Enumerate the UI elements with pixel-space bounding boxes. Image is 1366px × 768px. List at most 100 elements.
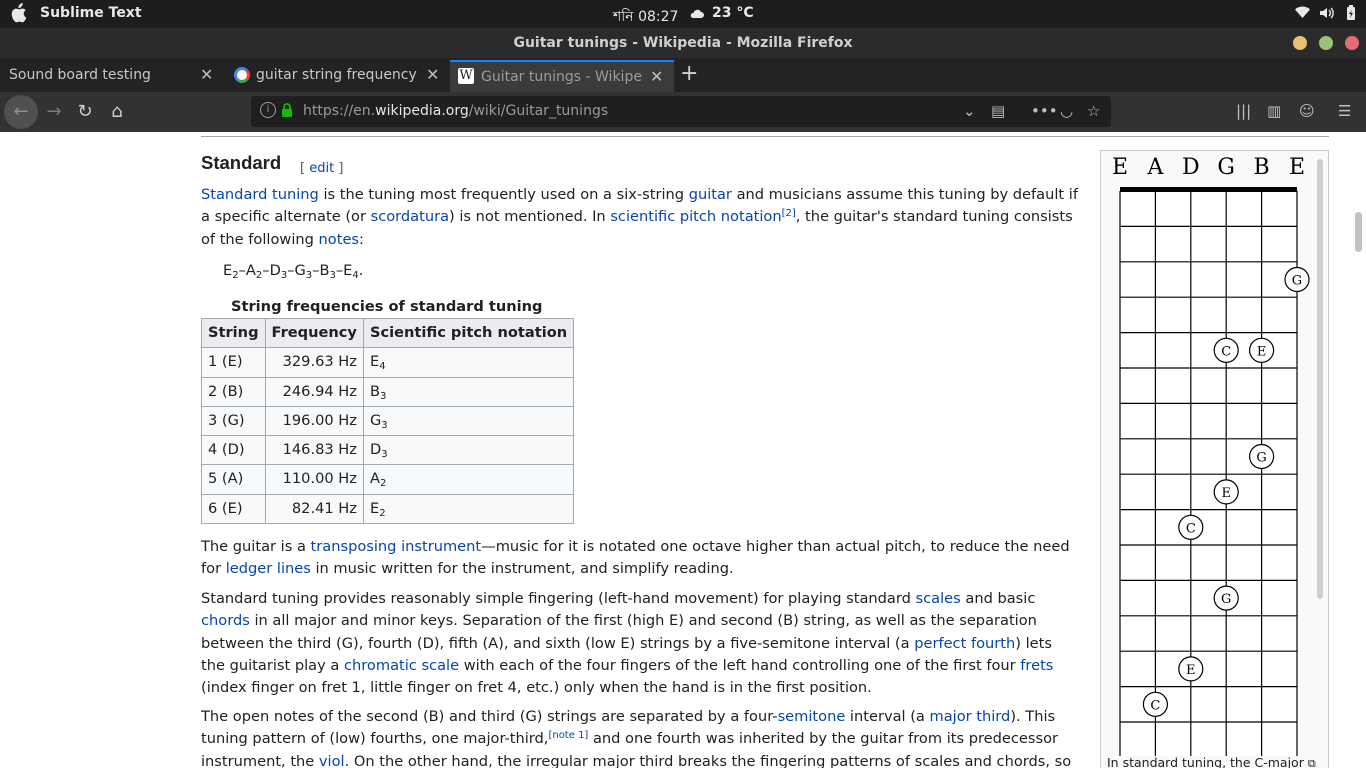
close-tab-icon[interactable]: ✕	[426, 60, 439, 90]
home-button[interactable]: ⌂	[103, 98, 131, 126]
link-scales[interactable]: scales	[916, 590, 961, 607]
bookmark-star-icon[interactable]: ☆	[1087, 102, 1100, 120]
note-label: E	[1221, 486, 1231, 501]
string-label: E	[1289, 155, 1305, 180]
tab-label: Guitar tunings - Wikipedi	[481, 69, 643, 85]
navigation-toolbar: ← → ↻ ⌂ i https://en.wikipedia.org/wiki/…	[0, 92, 1366, 132]
tab-sound-board[interactable]: Sound board testing ✕	[0, 60, 224, 92]
fretboard-diagram[interactable]: E A D G B EGC EGECGEC	[1101, 151, 1330, 756]
chevron-down-icon[interactable]: ⌄	[963, 102, 976, 120]
url-bar[interactable]: i https://en.wikipedia.org/wiki/Guitar_t…	[251, 96, 1111, 127]
close-tab-icon[interactable]: ✕	[650, 62, 663, 92]
enlarge-icon[interactable]: ⧉	[1308, 757, 1316, 768]
wifi-icon[interactable]	[1295, 5, 1310, 21]
figure-scrollbar	[1317, 159, 1323, 599]
sidebar-icon[interactable]: ▥	[1267, 102, 1281, 120]
page-scrollbar[interactable]	[1355, 212, 1362, 252]
note-label: G	[1292, 274, 1302, 289]
table-row: 4 (D) 146.83 Hz D3	[201, 435, 575, 466]
fretboard-figure[interactable]: EADGBEGCEGECGEC In standard tuning, the …	[1100, 150, 1329, 768]
site-info-icon[interactable]: i	[260, 102, 276, 118]
page-content: Standard [ edit ] Standard tuning is the…	[0, 132, 1366, 768]
note-label: E	[1257, 344, 1267, 359]
window-title-bar: Guitar tunings - Wikipedia - Mozilla Fir…	[0, 28, 1366, 58]
string-label: A	[1146, 155, 1164, 180]
column-header: String	[201, 317, 266, 349]
citation-link[interactable]: [2]	[782, 208, 796, 219]
link-perfect-fourth[interactable]: perfect fourth	[914, 635, 1015, 652]
reader-view-icon[interactable]: ▤	[991, 102, 1005, 120]
link-chords[interactable]: chords	[201, 612, 250, 629]
link-ledger-lines[interactable]: ledger lines	[226, 560, 311, 577]
maximize-button[interactable]	[1319, 36, 1333, 50]
edit-link[interactable]: edit	[309, 161, 334, 176]
temperature[interactable]: 23 °C	[712, 5, 754, 21]
reload-button[interactable]: ↻	[71, 98, 99, 126]
frequency-table: String Frequency Scientific pitch notati…	[201, 317, 575, 525]
tuning-formula: E2–A2–D3–G3–B3–E4.	[223, 262, 364, 281]
wikipedia-icon: W	[458, 68, 474, 84]
divider	[201, 136, 1329, 137]
note-label: C	[1221, 344, 1231, 359]
link-major-third[interactable]: major third	[930, 708, 1011, 725]
active-app-name[interactable]: Sublime Text	[40, 5, 142, 21]
paragraph-intro: Standard tuning is the tuning most frequ…	[201, 186, 1078, 248]
column-header: Frequency	[264, 317, 364, 349]
nut	[1120, 187, 1297, 192]
string-label: B	[1254, 155, 1270, 180]
account-icon[interactable]: ☺	[1299, 102, 1315, 120]
table-caption: String frequencies of standard tuning	[231, 298, 543, 315]
cloud-icon	[690, 9, 704, 18]
table-row: 2 (B) 246.94 Hz B3	[201, 376, 575, 407]
window-title: Guitar tunings - Wikipedia - Mozilla Fir…	[513, 35, 853, 51]
back-button[interactable]: ←	[4, 95, 38, 129]
section-heading: Standard	[201, 152, 282, 173]
string-label: D	[1182, 155, 1200, 180]
minimize-button[interactable]	[1293, 36, 1307, 50]
table-row: 1 (E) 329.63 Hz E4	[201, 347, 575, 378]
url-text[interactable]: https://en.wikipedia.org/wiki/Guitar_tun…	[303, 103, 608, 119]
note-link[interactable]: [note 1]	[548, 730, 588, 741]
apple-icon[interactable]	[9, 3, 27, 23]
volume-icon[interactable]	[1319, 5, 1334, 21]
link-viol[interactable]: viol	[319, 753, 345, 768]
paragraph-open-notes: The open notes of the second (B) and thi…	[201, 708, 1072, 768]
table-row: 3 (G) 196.00 Hz G3	[201, 405, 575, 437]
link-standard-tuning[interactable]: Standard tuning	[201, 186, 319, 203]
page-actions-icon[interactable]: •••	[1031, 102, 1058, 120]
link-notes[interactable]: notes	[319, 231, 359, 248]
note-label: G	[1256, 451, 1266, 466]
library-icon[interactable]: |||	[1236, 102, 1251, 120]
string-label: E	[1112, 155, 1128, 180]
tab-label: Sound board testing	[9, 67, 151, 83]
menu-icon[interactable]: ☰	[1338, 102, 1351, 120]
system-top-bar: Sublime Text শনি 08:27 23 °C	[0, 0, 1366, 28]
fretboard-background	[1120, 191, 1297, 756]
pocket-icon[interactable]: ◡	[1060, 102, 1073, 120]
forward-button[interactable]: →	[40, 98, 68, 126]
tab-guitar-tunings[interactable]: W Guitar tunings - Wikipedi ✕	[450, 60, 674, 92]
new-tab-button[interactable]: +	[680, 61, 698, 86]
close-tab-icon[interactable]: ✕	[200, 60, 213, 90]
close-window-button[interactable]	[1345, 36, 1359, 50]
link-frets[interactable]: frets	[1020, 657, 1053, 674]
link-scordatura[interactable]: scordatura	[371, 208, 449, 225]
note-label: E	[1186, 663, 1196, 678]
link-chromatic-scale[interactable]: chromatic scale	[344, 657, 459, 674]
google-icon	[234, 67, 250, 83]
table-row: 5 (A) 110.00 Hz A2	[201, 464, 575, 495]
lock-icon[interactable]	[281, 103, 293, 117]
clock[interactable]: শনি 08:27	[613, 5, 678, 29]
link-guitar[interactable]: guitar	[689, 186, 732, 203]
string-label: G	[1217, 155, 1235, 180]
note-label: G	[1221, 592, 1231, 607]
link-scientific-pitch-notation[interactable]: scientific pitch notation	[610, 208, 781, 225]
column-header: Scientific pitch notation	[362, 317, 575, 349]
link-transposing-instrument[interactable]: transposing instrument	[311, 538, 482, 555]
battery-icon[interactable]	[1343, 5, 1358, 21]
tab-label: guitar string frequency a	[256, 67, 418, 83]
paragraph-transposing: The guitar is a transposing instrument—m…	[201, 538, 1070, 578]
edit-section: [ edit ]	[300, 161, 344, 176]
link-semitone[interactable]: semitone	[778, 708, 846, 725]
tab-google-search[interactable]: guitar string frequency a ✕	[226, 60, 448, 92]
